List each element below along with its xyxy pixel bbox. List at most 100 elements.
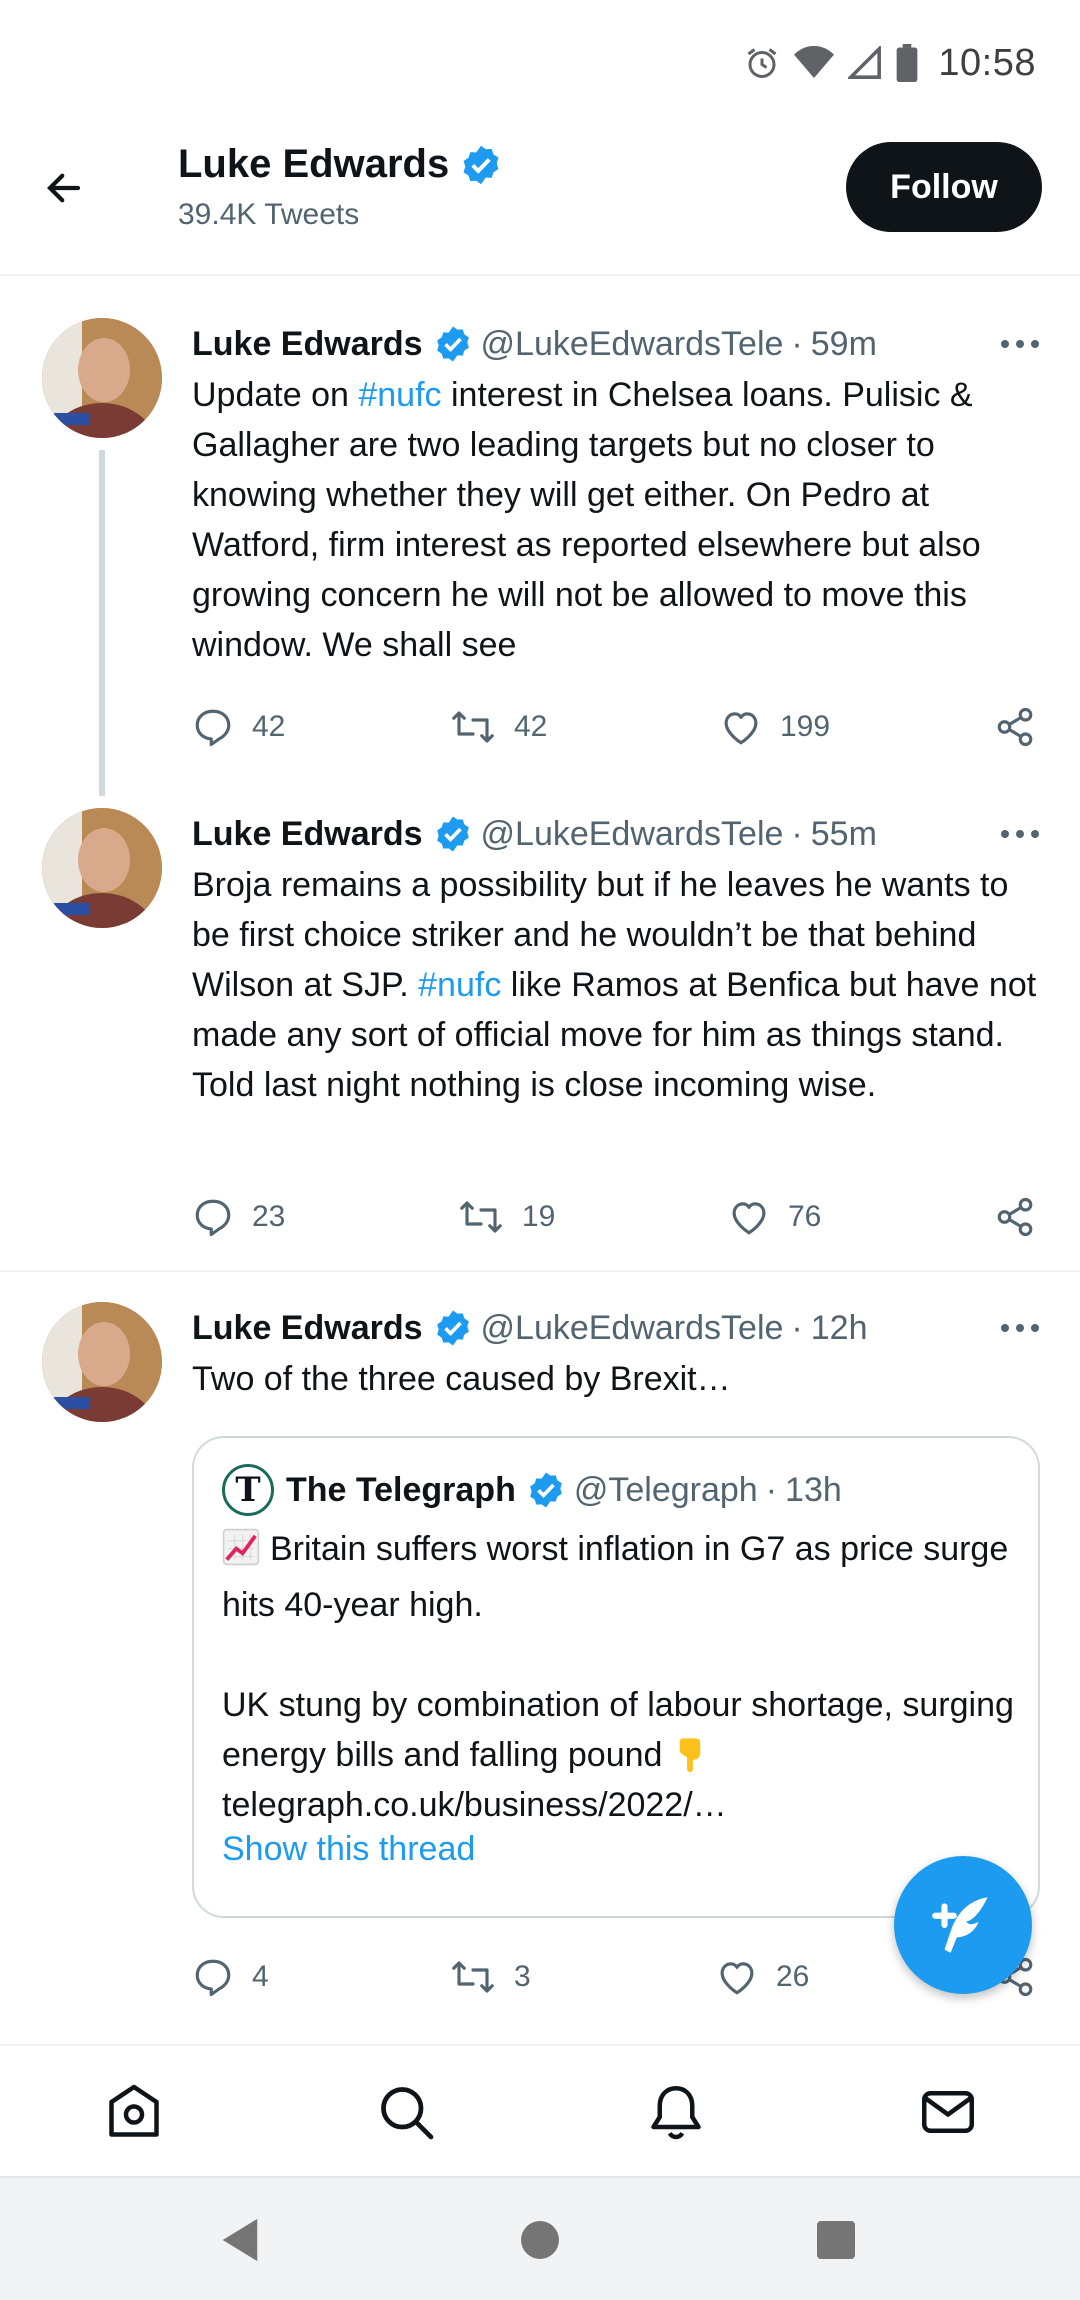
signal-icon (848, 46, 882, 80)
quote-time[interactable]: 13h (785, 1471, 842, 1510)
nav-search[interactable] (370, 2076, 442, 2148)
tweet-text-part: Update on (192, 376, 359, 414)
like-count: 76 (788, 1200, 822, 1233)
home-icon (109, 2084, 159, 2137)
quoted-tweet[interactable]: T The Telegraph @Telegraph · 13h Britain… (192, 1436, 1040, 1918)
share-icon (997, 1197, 1033, 1237)
hashtag-link[interactable]: #nufc (358, 376, 441, 414)
status-bar: 10:58 (0, 0, 1080, 120)
retweet-button[interactable]: 3 (450, 1952, 531, 2002)
more-button[interactable] (990, 1302, 1040, 1354)
author-name[interactable]: Luke Edwards (192, 325, 423, 364)
verified-icon (436, 326, 469, 362)
quote-author-name[interactable]: The Telegraph (286, 1471, 516, 1510)
reply-count: 23 (252, 1200, 286, 1233)
nav-notifications[interactable] (640, 2076, 712, 2148)
separator-dot: · (765, 1470, 778, 1509)
share-button[interactable] (994, 702, 1036, 752)
more-button[interactable] (990, 808, 1040, 860)
reply-button[interactable]: 42 (192, 702, 285, 752)
tweet-header: Luke Edwards @LukeEdwardsTele · 55m (192, 808, 1040, 860)
avatar[interactable] (42, 318, 162, 438)
author-handle[interactable]: @LukeEdwardsTele (481, 325, 784, 364)
notifications-icon (651, 2086, 701, 2140)
like-count: 26 (776, 1960, 810, 1993)
author-name[interactable]: Luke Edwards (192, 815, 423, 854)
status-icons: 10:58 (744, 38, 1036, 88)
verified-icon (436, 816, 469, 852)
tweet-time[interactable]: 12h (811, 1309, 868, 1348)
share-button[interactable] (994, 1192, 1036, 1242)
back-button[interactable] (34, 158, 94, 218)
like-button[interactable]: 76 (728, 1192, 821, 1242)
tweet-actions: 42 42 199 (192, 702, 1042, 752)
separator-dot: · (791, 324, 803, 363)
quote-line-2: UK stung by combination of labour shorta… (222, 1686, 1014, 1774)
thread-line (99, 450, 105, 796)
system-recents-button[interactable] (808, 2212, 864, 2268)
quote-text: Britain suffers worst inflation in G7 as… (222, 1524, 1022, 1830)
tweet-text-part: interest in Chelsea loans. Pulisic & Gal… (192, 376, 981, 664)
show-thread-link[interactable]: Show this thread (222, 1830, 475, 1869)
like-button[interactable]: 26 (716, 1952, 809, 2002)
tweet-actions: 23 19 76 (192, 1192, 1042, 1242)
tweet[interactable]: Luke Edwards @LukeEdwardsTele · 55m Broj… (0, 808, 1080, 1258)
tweet-text: Broja remains a possibility but if he le… (192, 860, 1052, 1110)
reply-button[interactable]: 4 (192, 1952, 269, 2002)
verified-icon (436, 1310, 469, 1346)
retweet-icon (460, 1201, 502, 1233)
more-icon (1001, 1324, 1039, 1332)
reply-count: 4 (252, 1960, 269, 1993)
quote-link[interactable]: telegraph.co.uk/business/2022/… (222, 1780, 1022, 1830)
messages-icon (922, 2091, 974, 2133)
profile-header: Luke Edwards 39.4K Tweets Follow (0, 120, 1080, 276)
like-button[interactable]: 199 (720, 702, 830, 752)
retweet-count: 3 (514, 1960, 531, 1993)
header-name: Luke Edwards (178, 142, 450, 186)
verified-icon (463, 145, 499, 184)
tweet-header: Luke Edwards @LukeEdwardsTele · 59m (192, 318, 1040, 370)
author-name[interactable]: Luke Edwards (192, 1309, 423, 1348)
reply-button[interactable]: 23 (192, 1192, 285, 1242)
compose-tweet-button[interactable] (894, 1856, 1032, 1994)
tweet-time[interactable]: 55m (811, 815, 877, 854)
quote-author-handle[interactable]: @Telegraph (574, 1471, 758, 1510)
tweet[interactable]: Luke Edwards @LukeEdwardsTele · 59m Upda… (0, 318, 1080, 796)
back-triangle-icon (222, 2218, 258, 2262)
retweet-button[interactable]: 42 (450, 702, 547, 752)
share-icon (997, 707, 1033, 747)
system-nav-bar (0, 2176, 1080, 2300)
chart-increasing-icon (222, 1528, 260, 1580)
nav-messages[interactable] (912, 2076, 984, 2148)
system-home-button[interactable] (512, 2212, 568, 2268)
nav-home[interactable] (98, 2076, 170, 2148)
reply-icon (195, 1199, 231, 1237)
system-back-button[interactable] (212, 2212, 268, 2268)
compose-feather-icon (932, 1897, 988, 1953)
hashtag-link[interactable]: #nufc (418, 966, 501, 1004)
battery-icon (896, 44, 918, 82)
retweet-count: 19 (522, 1200, 556, 1233)
author-handle[interactable]: @LukeEdwardsTele (481, 815, 784, 854)
retweet-icon (452, 711, 494, 743)
avatar[interactable] (42, 808, 162, 928)
bottom-nav (0, 2044, 1080, 2176)
reply-count: 42 (252, 710, 286, 743)
follow-button[interactable]: Follow (846, 142, 1042, 232)
retweet-button[interactable]: 19 (458, 1192, 555, 1242)
heart-icon (720, 1962, 754, 1995)
arrow-left-icon (47, 173, 81, 203)
avatar[interactable] (42, 1302, 162, 1422)
tweet-header: Luke Edwards @LukeEdwardsTele · 12h (192, 1302, 1040, 1354)
more-icon (1001, 830, 1039, 838)
retweet-icon (452, 1961, 494, 1993)
heart-icon (724, 712, 758, 745)
header-name-row: Luke Edwards (178, 142, 503, 187)
tweet-time[interactable]: 59m (811, 325, 877, 364)
telegraph-logo-icon[interactable]: T (222, 1464, 274, 1516)
reply-icon (195, 709, 231, 747)
more-button[interactable] (990, 318, 1040, 370)
search-icon (381, 2087, 434, 2140)
author-handle[interactable]: @LukeEdwardsTele (481, 1309, 784, 1348)
